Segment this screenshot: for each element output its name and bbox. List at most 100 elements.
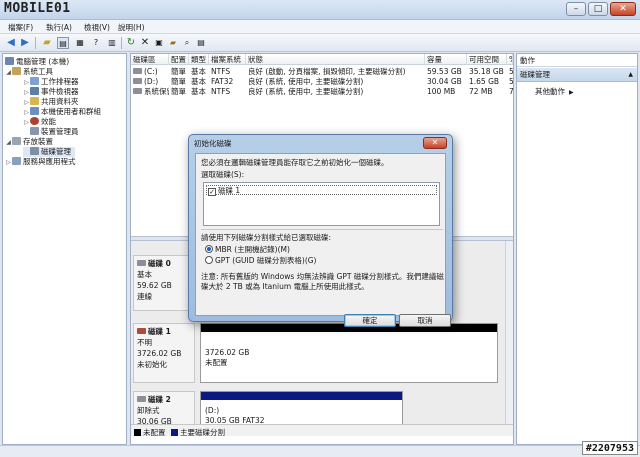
maximize-button[interactable]: □ <box>588 2 608 16</box>
show-hide-tree-icon[interactable]: ▤ <box>57 37 69 49</box>
dialog-title: 初始化磁碟 <box>194 139 232 148</box>
free-space-cell: 72 MB <box>469 87 493 96</box>
legend-primary-partition: 主要磁碟分割 <box>171 427 225 438</box>
actions-section-disk-management[interactable]: 磁碟管理 ▲ <box>517 68 637 82</box>
column-header-type[interactable]: 類型 <box>189 54 209 65</box>
column-header-layout[interactable]: 配置 <box>169 54 189 65</box>
column-header-status[interactable]: 狀態 <box>246 54 425 65</box>
services-icon <box>12 157 21 165</box>
open-folder-icon[interactable]: ▰ <box>167 37 179 49</box>
dialog-close-button[interactable]: ✕ <box>423 137 447 149</box>
disk-0-label[interactable]: 磁碟 0 基本 59.62 GB 連線 <box>133 255 195 311</box>
drive-icon <box>133 68 142 74</box>
device-manager-icon <box>30 127 39 135</box>
mobile01-logo: MOBILE01 <box>4 1 71 18</box>
properties-icon[interactable]: ▦ <box>74 37 86 49</box>
delete-icon[interactable]: ✕ <box>139 37 151 49</box>
task-scheduler-icon <box>30 77 39 85</box>
back-arrow-icon[interactable]: ◀ <box>5 37 17 49</box>
column-header-volume[interactable]: 磁碟區 <box>131 54 169 65</box>
search-icon[interactable]: ⌕ <box>181 37 193 49</box>
disk-management-icon <box>30 147 39 155</box>
menu-help[interactable]: 說明(H) <box>118 22 145 33</box>
free-space-cell: 1.65 GB <box>469 77 500 86</box>
primary-partition-bar <box>201 392 402 400</box>
mbr-radio[interactable] <box>205 245 213 253</box>
event-viewer-icon <box>30 87 39 95</box>
mbr-option[interactable]: MBR (主開機記錄)(M) <box>205 245 290 255</box>
disk-icon <box>137 396 146 402</box>
percent-cell: 5 <box>509 67 513 76</box>
disk-list[interactable]: ✓ 磁碟 1 <box>203 182 440 226</box>
actions-header: 動作 <box>517 54 637 67</box>
disk-2-primary-partition[interactable]: (D:) 30.05 GB FAT32 <box>200 391 403 427</box>
column-header-free-space[interactable]: 可用空間 <box>467 54 507 65</box>
legend-swatch <box>171 429 178 436</box>
close-button[interactable]: ✕ <box>610 2 636 16</box>
disk-1-label[interactable]: 磁碟 1 不明 3726.02 GB 未初始化 <box>133 323 195 383</box>
status-cell: 良好 (系統, 使用中, 主要磁碟分割) <box>248 87 364 96</box>
disk-checkbox[interactable]: ✓ <box>208 188 216 196</box>
capacity-cell: 59.53 GB <box>427 67 462 76</box>
tree-item-computer-management[interactable]: 電腦管理 (本機) <box>5 57 69 67</box>
column-header-filesystem[interactable]: 檔案系統 <box>209 54 246 65</box>
rescan-icon[interactable]: ▣ <box>153 37 165 49</box>
tree-item-task-scheduler[interactable]: ▷ 工作排程器 <box>23 77 79 87</box>
title-bar: MOBILE01 – □ ✕ <box>0 0 640 20</box>
legend: 未配置 主要磁碟分割 <box>131 424 513 438</box>
column-header-capacity[interactable]: 容量 <box>425 54 467 65</box>
tree-item-performance[interactable]: ▷ 效能 <box>23 117 56 127</box>
tree-item-shared-folders[interactable]: ▷ 共用資料夾 <box>23 97 79 107</box>
tree-item-event-viewer[interactable]: ▷ 事件檢視器 <box>23 87 79 97</box>
menu-action[interactable]: 執行(A) <box>46 22 72 33</box>
minimize-button[interactable]: – <box>566 2 586 16</box>
collapse-icon[interactable]: ◢ <box>5 68 12 78</box>
vertical-scrollbar[interactable] <box>505 241 513 424</box>
gpt-option[interactable]: GPT (GUID 磁碟分割表格)(G) <box>205 256 317 266</box>
gpt-radio[interactable] <box>205 256 213 264</box>
select-disk-label: 選取磁碟(S): <box>201 170 245 179</box>
legend-swatch <box>134 429 141 436</box>
more-actions-link[interactable]: 其他動作 ▶ <box>535 86 574 97</box>
collapse-arrow-icon[interactable]: ▲ <box>628 68 633 82</box>
toolbar: ◀ ▶ ▰ ▤ ▦ ? ▥ ↻ ✕ ▣ ▰ ⌕ ▤ <box>0 34 640 52</box>
capacity-cell: 30.04 GB <box>427 77 462 86</box>
filesystem-cell: FAT32 <box>211 77 234 86</box>
forward-arrow-icon[interactable]: ▶ <box>19 37 31 49</box>
tree-item-services-apps[interactable]: ▷ 服務與應用程式 <box>5 157 76 167</box>
disk-2-label[interactable]: 磁碟 2 卸除式 30.06 GB <box>133 391 195 427</box>
type-cell: 基本 <box>191 67 206 76</box>
disk-list-item[interactable]: ✓ 磁碟 1 <box>206 185 437 196</box>
list-view-icon[interactable]: ▤ <box>195 37 207 49</box>
tree-item-system-tools[interactable]: ◢ 系統工具 <box>5 67 53 77</box>
layout-cell: 簡單 <box>171 67 186 76</box>
status-cell: 良好 (系統, 使用中, 主要磁碟分割) <box>248 77 364 86</box>
disk-icon <box>137 260 146 266</box>
disk-1-unallocated-partition[interactable]: 3726.02 GB 未配置 <box>200 323 498 383</box>
column-header-percent[interactable]: % <box>507 54 513 65</box>
menu-bar: 檔案(F) 執行(A) 檢視(V) 說明(H) <box>0 20 640 34</box>
tree-item-disk-management[interactable]: 磁碟管理 <box>23 147 75 157</box>
tree-item-device-manager[interactable]: 裝置管理員 <box>30 127 79 137</box>
performance-icon <box>30 117 39 125</box>
up-folder-icon[interactable]: ▰ <box>41 37 53 49</box>
collapse-icon[interactable]: ◢ <box>5 138 12 148</box>
status-bar <box>0 445 640 457</box>
legend-unallocated: 未配置 <box>134 427 166 438</box>
tree-item-storage[interactable]: ◢ 存放裝置 <box>5 137 53 147</box>
help-icon[interactable]: ? <box>90 37 102 49</box>
menu-file[interactable]: 檔案(F) <box>8 22 33 33</box>
grid-icon[interactable]: ▥ <box>106 37 118 49</box>
cancel-button[interactable]: 取消 <box>399 314 451 327</box>
initialize-disk-dialog: 初始化磁碟 ✕ 您必須在邏輯磁碟管理員能存取它之前初始化一個磁碟。 選取磁碟(S… <box>188 134 453 327</box>
menu-view[interactable]: 檢視(V) <box>84 22 110 33</box>
ok-button[interactable]: 確定 <box>344 314 396 327</box>
volume-cell: 系統保留 <box>131 87 169 97</box>
refresh-icon[interactable]: ↻ <box>125 37 137 49</box>
filesystem-cell: NTFS <box>211 87 231 96</box>
expand-icon[interactable]: ▷ <box>23 118 30 128</box>
tree-item-local-users[interactable]: ▷ 本機使用者和群組 <box>23 107 101 117</box>
drive-icon <box>133 78 142 84</box>
volume-cell: (C:) <box>131 67 169 77</box>
expand-icon[interactable]: ▷ <box>5 158 12 168</box>
